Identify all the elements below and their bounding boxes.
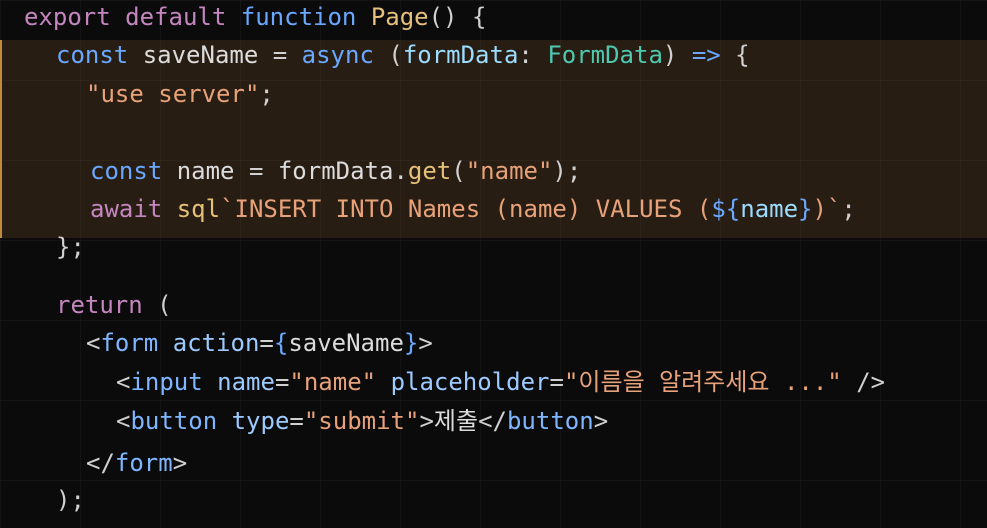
punctuation: ); (56, 486, 85, 514)
parameter: formData (402, 41, 519, 69)
punctuation: { (735, 41, 750, 69)
code-line-9: return ( (56, 286, 172, 324)
template-string: )` (812, 195, 842, 223)
operator: = (259, 329, 274, 357)
code-line-6: await sql`INSERT INTO Names (name) VALUE… (90, 190, 856, 228)
jsx-tag: form (114, 449, 173, 477)
string: "submit" (303, 407, 420, 435)
jsx-tag: input (130, 368, 203, 396)
operator: = (248, 157, 264, 185)
punctuation: ) (662, 41, 678, 69)
punctuation: ( (451, 157, 466, 185)
punctuation: > (418, 329, 433, 357)
keyword-return: return (56, 291, 143, 319)
punctuation: /> (856, 368, 886, 396)
punctuation: }; (56, 233, 85, 261)
code-line-7: }; (56, 228, 85, 266)
code-line-12: <button type="submit">제출</button> (116, 402, 608, 440)
method-name: get (407, 157, 452, 185)
punctuation: </ (478, 407, 507, 435)
code-line-3: "use server"; (86, 75, 274, 113)
code-line-11: <input name="name" placeholder="이름을 알려주세… (116, 363, 885, 401)
punctuation: . (393, 157, 408, 185)
identifier: formData (277, 157, 394, 185)
jsx-attribute: action (172, 329, 260, 357)
keyword-const: const (90, 157, 163, 185)
keyword-export: export (24, 3, 111, 31)
jsx-attribute: name (217, 368, 275, 396)
punctuation: < (116, 368, 131, 396)
punctuation: ( (157, 291, 172, 319)
template-tag: sql (176, 195, 221, 223)
string: "name" (465, 157, 553, 185)
type-name: FormData (547, 41, 663, 69)
keyword-const: const (56, 41, 129, 69)
jsx-attribute: type (231, 407, 290, 435)
code-line-14: ); (56, 481, 85, 519)
operator: = (272, 41, 288, 69)
punctuation: > (419, 407, 434, 435)
identifier: name (740, 195, 799, 223)
punctuation: < (116, 407, 131, 435)
punctuation: > (593, 407, 609, 435)
keyword-async: async (301, 41, 374, 69)
string-directive: "use server" (86, 80, 260, 108)
jsx-tag: form (100, 329, 159, 357)
jsx-brace: } (403, 329, 419, 357)
jsx-attribute: placeholder (390, 368, 550, 396)
code-line-2: const saveName = async (formData: FormDa… (56, 36, 750, 74)
jsx-tag: button (506, 407, 594, 435)
punctuation: ( (388, 41, 403, 69)
punctuation: () { (428, 3, 487, 31)
keyword-default: default (125, 3, 227, 31)
jsx-tag: button (130, 407, 218, 435)
code-line-13: </form> (86, 444, 187, 482)
operator: = (549, 368, 564, 396)
arrow-operator: => (691, 41, 721, 69)
identifier: saveName (288, 329, 404, 357)
punctuation: > (172, 449, 188, 477)
punctuation: ; (841, 195, 856, 223)
punctuation: < (86, 329, 101, 357)
keyword-function: function (240, 3, 357, 31)
code-line-5: const name = formData.get("name"); (90, 152, 581, 190)
keyword-await: await (90, 195, 163, 223)
code-editor[interactable]: export default function Page() { const s… (0, 0, 987, 528)
identifier: saveName (142, 41, 259, 69)
code-line-10: <form action={saveName}> (86, 324, 433, 362)
operator: = (274, 368, 290, 396)
string: "name" (289, 368, 377, 396)
punctuation: ); (552, 157, 582, 185)
punctuation: : (518, 41, 533, 69)
function-name: Page (370, 3, 429, 31)
jsx-text: 제출 (433, 407, 479, 435)
interpolation: ${ (711, 195, 741, 223)
code-line-1: export default function Page() { (24, 0, 486, 36)
punctuation: </ (86, 449, 115, 477)
identifier: name (176, 157, 235, 185)
string: "이름을 알려주세요 ..." (563, 368, 842, 396)
interpolation: } (798, 195, 813, 223)
operator: = (289, 407, 304, 435)
template-string: `INSERT INTO Names (name) VALUES ( (220, 195, 712, 223)
jsx-brace: { (273, 329, 289, 357)
punctuation: ; (259, 80, 274, 108)
